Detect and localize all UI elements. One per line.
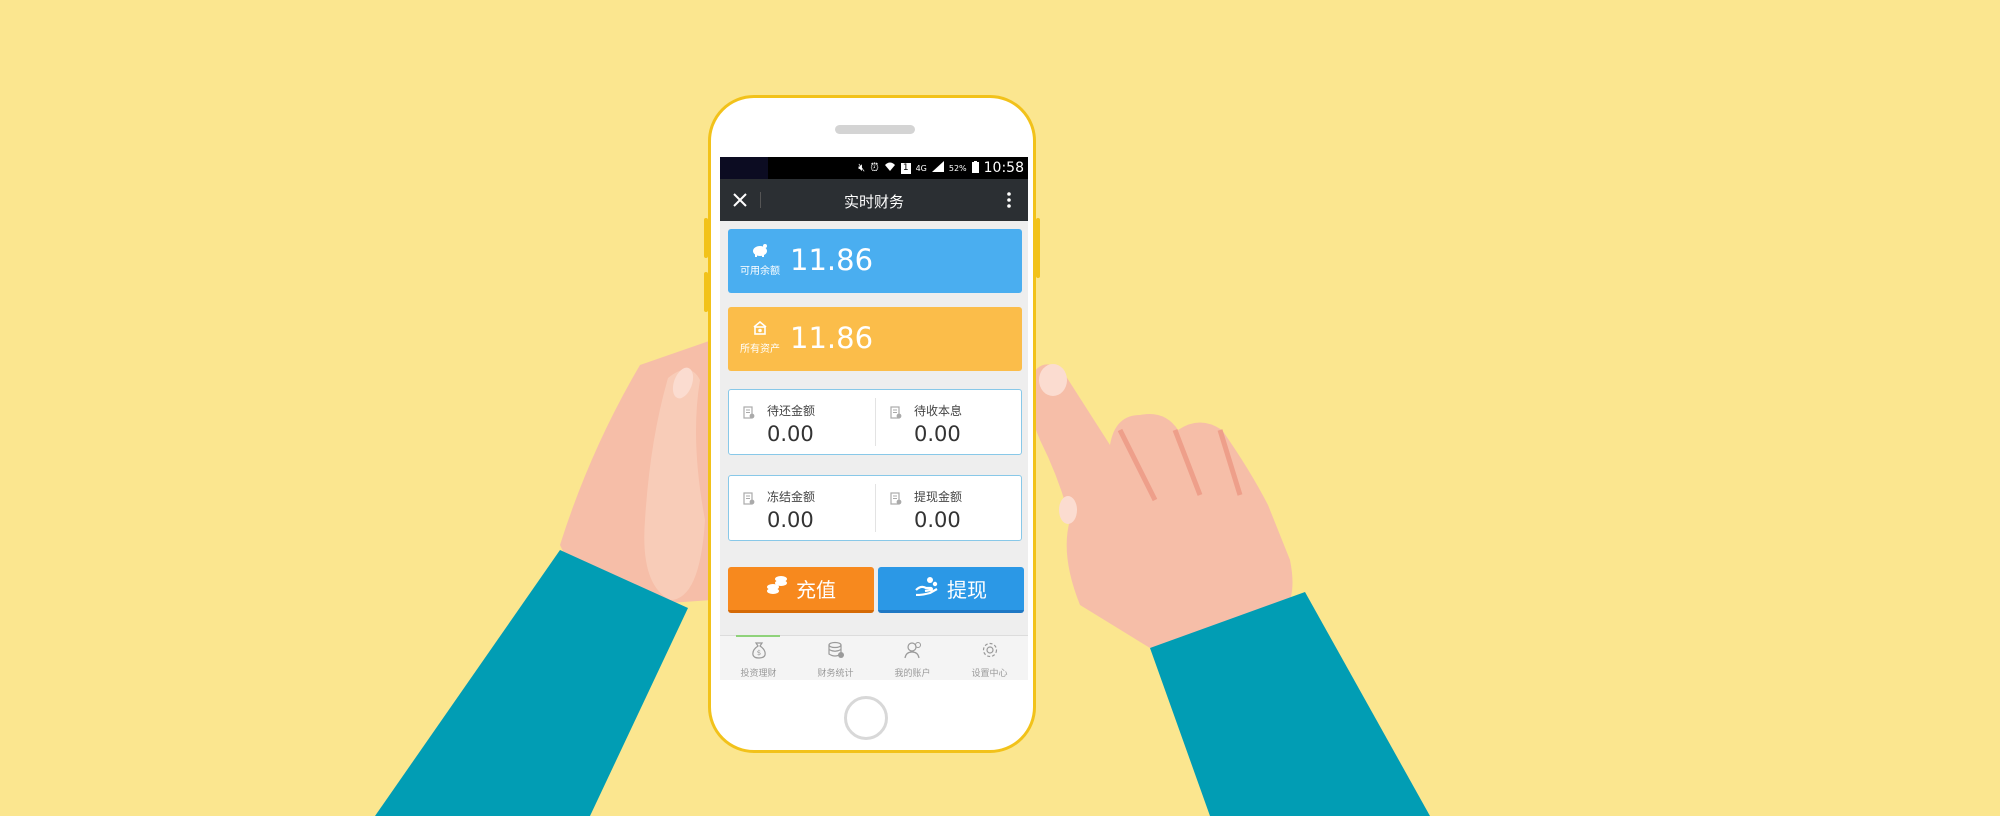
- hand-coin-icon: [915, 576, 939, 601]
- clock-time: 10:58: [983, 160, 1024, 176]
- piggy-bank-icon: [738, 243, 782, 260]
- more-button[interactable]: [998, 185, 1020, 215]
- available-balance-label: 可用余额: [740, 266, 780, 277]
- phone-speaker: [835, 125, 915, 134]
- withdraw-button[interactable]: 提现: [878, 567, 1024, 613]
- withdrawn-amount-value: 0.00: [914, 508, 961, 532]
- sim-icon: 1: [900, 162, 911, 174]
- recharge-button[interactable]: 充值: [728, 567, 874, 613]
- nav-label-account: 我的账户: [894, 669, 931, 679]
- detail-box-frozen: 冻结金额 0.00 提现金额 0.00: [728, 475, 1022, 541]
- svg-text:$: $: [756, 649, 760, 657]
- status-bar-left: [720, 157, 768, 179]
- frozen-amount-label: 冻结金额: [767, 490, 816, 504]
- document-icon: [743, 492, 755, 505]
- database-icon: [797, 641, 874, 663]
- left-sleeve: [375, 550, 688, 816]
- home-button[interactable]: [844, 696, 888, 740]
- recharge-label: 充值: [796, 578, 836, 602]
- frozen-amount-cell[interactable]: 冻结金额 0.00: [729, 476, 875, 542]
- right-knuckle: [1059, 496, 1077, 524]
- available-balance-value: 11.86: [790, 243, 874, 277]
- bottom-nav: $ 投资理财 财务统计 我的账户 设置中心: [720, 635, 1028, 680]
- nav-active-indicator: [736, 635, 780, 637]
- pending-interest-cell[interactable]: 待收本息 0.00: [876, 390, 1022, 456]
- title-bar: 实时财务: [720, 179, 1028, 221]
- total-assets-label: 所有资产: [740, 344, 780, 355]
- scene: 🔇︎ ⏰︎ 1 4G 52% 10:58 实时财务 可用余额 11.86 所有资…: [0, 0, 2000, 816]
- nav-label-invest: 投资理财: [740, 669, 777, 679]
- status-icons: 🔇︎ ⏰︎ 1 4G 52% 10:58: [858, 160, 1024, 176]
- document-icon: [890, 406, 902, 419]
- assets-icon: [738, 320, 782, 338]
- status-bar: 🔇︎ ⏰︎ 1 4G 52% 10:58: [720, 157, 1028, 179]
- pending-interest-label: 待收本息: [914, 404, 963, 418]
- nav-label-settings: 设置中心: [971, 669, 1008, 679]
- user-icon: [874, 641, 951, 663]
- money-bag-icon: $: [720, 641, 797, 663]
- detail-box-repayment: 待还金额 0.00 待收本息 0.00: [728, 389, 1022, 455]
- phone-side-button: [704, 272, 708, 312]
- phone-device: 🔇︎ ⏰︎ 1 4G 52% 10:58 实时财务 可用余额 11.86 所有资…: [704, 95, 1040, 753]
- pending-repayment-label: 待还金额: [767, 404, 816, 418]
- document-icon: [890, 492, 902, 505]
- pending-interest-value: 0.00: [914, 422, 961, 446]
- phone-side-button: [1036, 218, 1040, 278]
- alarm-icon: ⏰︎: [870, 161, 879, 174]
- page-title: 实时财务: [843, 193, 904, 211]
- nav-item-invest[interactable]: $ 投资理财: [720, 635, 797, 680]
- pending-repayment-cell[interactable]: 待还金额 0.00: [729, 390, 875, 456]
- app-screen: 🔇︎ ⏰︎ 1 4G 52% 10:58 实时财务 可用余额 11.86 所有资…: [720, 157, 1028, 680]
- wifi-icon: [884, 161, 896, 175]
- available-balance-badge: 可用余额: [738, 243, 782, 277]
- available-balance-card[interactable]: 可用余额 11.86: [728, 229, 1022, 293]
- battery-icon: [971, 160, 979, 176]
- right-fingernail: [1039, 364, 1067, 396]
- phone-side-button: [704, 218, 708, 258]
- document-icon: [743, 406, 755, 419]
- withdraw-label: 提现: [947, 578, 987, 602]
- more-icon: [1007, 192, 1011, 208]
- pending-repayment-value: 0.00: [767, 422, 814, 446]
- total-assets-card[interactable]: 所有资产 11.86: [728, 307, 1022, 371]
- frozen-amount-value: 0.00: [767, 508, 814, 532]
- nav-item-statistics[interactable]: 财务统计: [797, 636, 874, 680]
- gear-icon: [951, 641, 1028, 663]
- nav-label-statistics: 财务统计: [817, 669, 854, 679]
- mute-icon: 🔇︎: [858, 161, 866, 174]
- nav-item-account[interactable]: 我的账户: [874, 636, 951, 680]
- battery-percent: 52%: [948, 163, 967, 173]
- coins-icon: [766, 576, 788, 601]
- withdrawn-amount-label: 提现金额: [914, 490, 963, 504]
- withdrawn-amount-cell[interactable]: 提现金额 0.00: [876, 476, 1022, 542]
- network-type: 4G: [915, 163, 927, 173]
- nav-item-settings[interactable]: 设置中心: [951, 636, 1028, 680]
- signal-icon: [931, 161, 944, 175]
- total-assets-value: 11.86: [790, 321, 874, 355]
- total-assets-badge: 所有资产: [738, 320, 782, 355]
